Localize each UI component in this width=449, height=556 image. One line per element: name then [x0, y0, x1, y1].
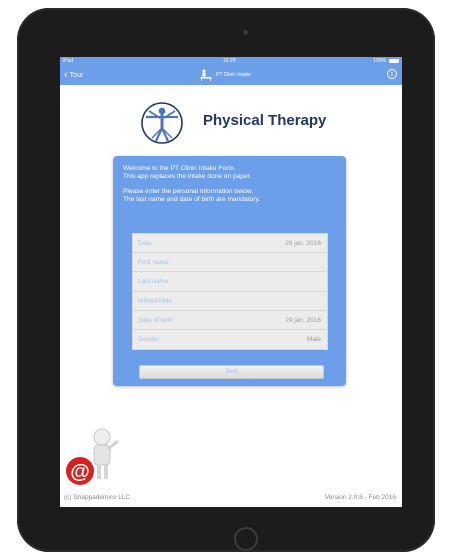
date-field[interactable]: Date 29 jan. 2016 [133, 234, 327, 254]
status-time: 16:20 [223, 58, 236, 64]
back-button[interactable]: ‹ Tour [64, 69, 83, 81]
field-label: MRN/PHN# [138, 297, 172, 305]
status-carrier: iPad [63, 58, 74, 64]
back-button-label: Tour [69, 71, 84, 79]
mrn-phn-field[interactable]: MRN/PHN# [133, 292, 327, 311]
last-name-field[interactable]: Last name [133, 272, 327, 292]
intake-form: Date 29 jan. 2016 First name Last name M… [132, 233, 328, 351]
instruction-line: Please enter the personal information be… [123, 187, 254, 195]
field-value: 29 jan. 2016 [285, 240, 321, 247]
field-label: Date of birth [138, 316, 174, 324]
welcome-line: This app replaces the intake done on pap… [123, 173, 252, 181]
info-icon[interactable]: i [387, 69, 397, 79]
gender-field[interactable]: Gender Male [133, 330, 327, 349]
field-label: Gender [138, 335, 160, 343]
email-mascot: @ [66, 428, 119, 485]
vitruvian-man-logo [141, 102, 183, 144]
version-text: Version 2.0.8 - Feb 2016 [324, 494, 396, 501]
next-button[interactable]: Next [139, 365, 324, 379]
intake-card: Welcome to the PT Clinic Intake Form. Th… [113, 156, 346, 386]
status-battery: 100% [373, 58, 386, 64]
field-label: Last name [138, 278, 169, 286]
chevron-left-icon: ‹ [64, 68, 68, 81]
field-label: Date [138, 240, 152, 247]
welcome-text: Welcome to the PT Clinic Intake Form. Th… [123, 165, 338, 210]
camera-dot [243, 30, 248, 35]
welcome-line: Welcome to the PT Clinic Intake Form. [123, 165, 236, 172]
hero-title: Physical Therapy [203, 112, 327, 129]
app-screen: iPad 16:20 100% ‹ Tour PT Clinic Intake … [60, 57, 402, 507]
field-label: First name [138, 259, 169, 267]
status-bar: iPad 16:20 100% [60, 57, 402, 65]
home-button[interactable] [234, 527, 258, 551]
field-value: Male [306, 335, 321, 343]
therapy-table-icon [200, 69, 212, 81]
nav-title: PT Clinic Intake [200, 69, 251, 81]
svg-text:@: @ [70, 461, 90, 483]
date-of-birth-field[interactable]: Date of birth 29 jan. 2016 [133, 311, 327, 330]
navigation-bar: ‹ Tour PT Clinic Intake i [60, 65, 402, 85]
first-name-field[interactable]: First name [133, 253, 327, 273]
copyright-text: (c) Snappademics LLC [64, 494, 131, 501]
battery-icon [389, 58, 399, 63]
instruction-line: The last name and date of birth are mand… [123, 195, 260, 203]
field-value: 29 jan. 2016 [285, 316, 321, 324]
nav-title-text: PT Clinic Intake [216, 72, 251, 78]
